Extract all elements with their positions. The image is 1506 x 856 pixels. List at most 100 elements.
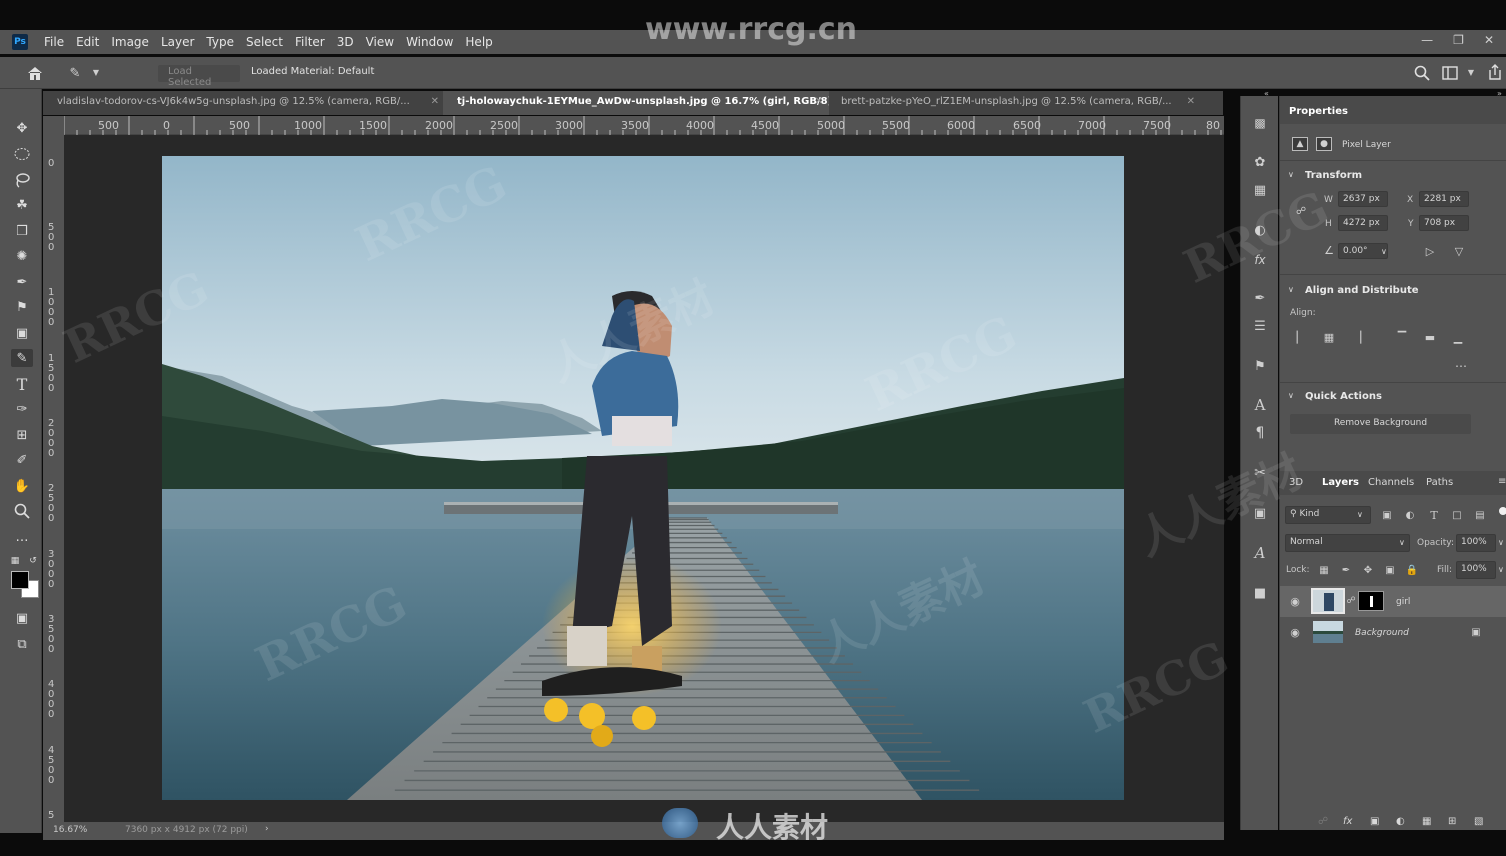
eye-icon[interactable]: ◉ — [1288, 595, 1302, 608]
minimize-icon[interactable]: — — [1421, 33, 1433, 47]
align-right-icon[interactable]: ▕ — [1350, 330, 1364, 344]
adjustment-layer-icon[interactable]: ◐ — [1396, 816, 1405, 827]
menu-3d[interactable]: 3D — [331, 35, 360, 49]
filter-pixel-icon[interactable]: ▣ — [1380, 508, 1394, 522]
ruler-horizontal[interactable]: 500 0 500 1000 1500 2000 2500 3000 3500 … — [64, 116, 1224, 135]
chevron-down-icon[interactable]: ∨ — [1399, 538, 1405, 547]
type-tool-icon[interactable]: T — [13, 375, 31, 394]
material-drop-tool-icon[interactable]: ✎ — [11, 349, 33, 367]
align-left-icon[interactable]: ▏ — [1294, 330, 1308, 344]
layer-name[interactable]: Background — [1355, 628, 1409, 638]
spot-healing-tool-icon[interactable]: ✺ — [13, 247, 31, 265]
link-layers-icon[interactable]: ☍ — [1318, 816, 1328, 827]
chevron-down-icon[interactable]: ▼ — [91, 66, 101, 78]
align-top-icon[interactable]: ▔ — [1395, 330, 1409, 344]
brush-settings-icon[interactable]: ☰ — [1250, 317, 1270, 335]
lock-position-icon[interactable]: ✥ — [1361, 563, 1375, 577]
chevron-down-icon[interactable]: ∨ — [1498, 565, 1504, 574]
layer-name[interactable]: girl — [1396, 597, 1410, 607]
menu-select[interactable]: Select — [240, 35, 289, 49]
x-field[interactable]: 2281 px — [1419, 191, 1469, 207]
crop-tool-icon[interactable]: ❒ — [13, 222, 31, 240]
eraser-tool-icon[interactable]: ▣ — [13, 324, 31, 342]
tab-paths[interactable]: Paths — [1426, 477, 1453, 488]
eyedropper-tool-icon[interactable]: ✐ — [13, 451, 31, 469]
filter-smart-object-icon[interactable]: ▤ — [1473, 508, 1487, 522]
remove-background-button[interactable]: Remove Background — [1290, 414, 1471, 434]
brush-tool-icon[interactable]: ✒ — [13, 273, 31, 291]
pen-tool-icon[interactable]: ✑ — [13, 400, 31, 418]
tab-channels[interactable]: Channels — [1368, 477, 1414, 488]
align-center-icon[interactable]: ▦ — [1322, 330, 1336, 344]
eye-icon[interactable]: ◉ — [1288, 626, 1302, 639]
y-field[interactable]: 708 px — [1419, 215, 1469, 231]
properties-title[interactable]: Properties — [1289, 106, 1348, 117]
paragraph-icon[interactable]: ¶ — [1250, 424, 1270, 442]
blend-mode-select[interactable]: Normal — [1285, 534, 1410, 552]
document-image[interactable]: RRCG 人人素材 RRCG 人人素材 RRCG — [162, 156, 1124, 800]
link-icon[interactable]: ☍ — [1346, 594, 1355, 608]
opacity-field[interactable]: 100% — [1456, 534, 1496, 552]
layer-row-girl[interactable]: ◉ ☍ girl — [1280, 586, 1506, 617]
chevron-down-icon[interactable]: ▼ — [1466, 66, 1476, 78]
filter-type-icon[interactable]: T — [1427, 508, 1441, 522]
align-middle-icon[interactable]: ▬ — [1423, 330, 1437, 344]
layer-row-background[interactable]: ◉ Background ▣ — [1280, 617, 1506, 648]
chevron-down-icon[interactable]: ∨ — [1288, 391, 1294, 400]
height-field[interactable]: 4272 px — [1338, 215, 1388, 231]
zoom-level[interactable]: 16.67% — [53, 825, 87, 835]
tab-layers[interactable]: Layers — [1322, 477, 1359, 488]
chevron-down-icon[interactable]: ∨ — [1381, 247, 1387, 256]
clone-source-icon[interactable]: ⚑ — [1250, 357, 1270, 375]
workspace-icon[interactable] — [1440, 63, 1460, 83]
lock-transparent-icon[interactable]: ▦ — [1317, 563, 1331, 577]
close-icon[interactable]: ✕ — [815, 96, 823, 107]
new-layer-icon[interactable]: ⊞ — [1448, 816, 1456, 827]
menu-image[interactable]: Image — [105, 35, 155, 49]
tab-document-3[interactable]: brett-patzke-pYeO_rlZ1EM-unsplash.jpg @ … — [827, 91, 1201, 115]
menu-view[interactable]: View — [360, 35, 400, 49]
ruler-vertical[interactable]: 0 5 0 0 1 0 0 0 1 5 0 0 2 0 0 0 2 5 0 0 … — [43, 135, 64, 825]
lock-pixels-icon[interactable]: ✒ — [1339, 563, 1353, 577]
add-mask-icon[interactable]: ▣ — [1370, 816, 1379, 827]
swap-colors-icon[interactable]: ↺ — [28, 552, 38, 570]
fill-field[interactable]: 100% — [1456, 561, 1496, 579]
chevron-down-icon[interactable]: ∨ — [1288, 170, 1294, 179]
lasso-tool-icon[interactable] — [13, 171, 31, 189]
filter-toggle[interactable] — [1499, 507, 1506, 515]
restore-icon[interactable]: ❐ — [1453, 33, 1464, 47]
status-menu-arrow[interactable]: › — [265, 824, 269, 834]
adjustments-icon[interactable]: ◐ — [1250, 221, 1270, 239]
properties-icon[interactable]: ■ — [1250, 584, 1270, 602]
lock-artboard-icon[interactable]: ▣ — [1383, 563, 1397, 577]
libraries-icon[interactable]: ▣ — [1250, 504, 1270, 522]
more-options-icon[interactable]: ⋯ — [1452, 359, 1470, 373]
hand-tool-icon[interactable]: ✋ — [13, 477, 31, 495]
share-icon[interactable] — [1485, 62, 1505, 82]
marquee-tool-icon[interactable] — [13, 145, 31, 163]
menu-help[interactable]: Help — [459, 35, 498, 49]
menu-filter[interactable]: Filter — [289, 35, 331, 49]
close-icon[interactable]: ✕ — [1187, 96, 1195, 107]
menu-layer[interactable]: Layer — [155, 35, 200, 49]
mask-icon[interactable]: ● — [1316, 137, 1332, 151]
flip-vertical-icon[interactable]: ▽ — [1450, 243, 1468, 259]
chevron-down-icon[interactable]: ∨ — [1498, 538, 1504, 547]
foreground-color-swatch[interactable] — [11, 571, 29, 589]
swatches-icon[interactable]: ▦ — [1250, 181, 1270, 199]
character-icon[interactable]: A — [1250, 396, 1270, 414]
default-colors-icon[interactable]: ▦ — [10, 552, 20, 570]
glyphs-icon[interactable]: A — [1250, 544, 1270, 562]
tools-scissors-icon[interactable]: ✂ — [1250, 464, 1270, 482]
search-icon[interactable] — [1412, 63, 1432, 83]
filter-shape-icon[interactable]: □ — [1450, 508, 1464, 522]
more-tools-icon[interactable]: … — [13, 528, 31, 546]
link-icon[interactable]: ☍ — [1296, 203, 1306, 219]
menu-edit[interactable]: Edit — [70, 35, 105, 49]
move-tool-icon[interactable]: ✥ — [13, 119, 31, 137]
add-style-fx-icon[interactable]: fx — [1343, 816, 1352, 827]
lock-all-icon[interactable]: 🔒 — [1405, 563, 1419, 577]
quick-mask-icon[interactable]: ▣ — [13, 609, 31, 627]
material-drop-tool-icon[interactable]: ✎ — [64, 63, 86, 83]
screen-mode-icon[interactable]: ⧉ — [13, 635, 31, 653]
